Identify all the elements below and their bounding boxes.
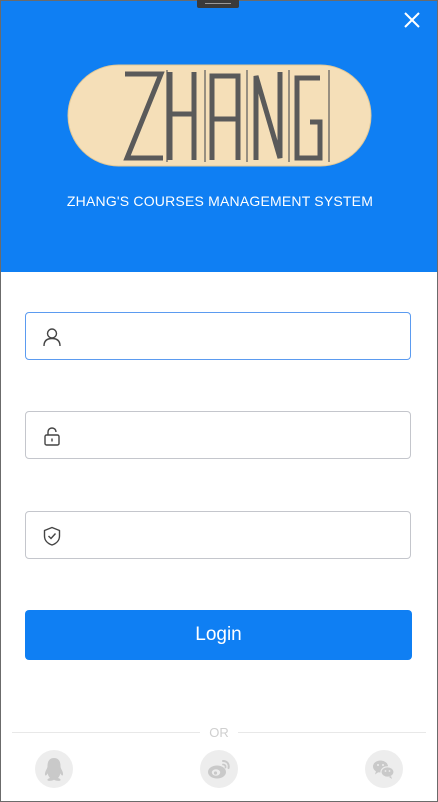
shield-check-icon — [43, 526, 61, 546]
weibo-login-button[interactable] — [200, 750, 238, 788]
wechat-icon — [373, 760, 395, 779]
user-icon — [43, 328, 61, 347]
login-button[interactable]: Login — [25, 610, 412, 660]
wechat-login-button[interactable] — [365, 750, 403, 788]
qq-login-button[interactable] — [35, 750, 73, 788]
header-banner: ZHANG'S COURSES MANAGEMENT SYSTEM — [1, 1, 437, 272]
lock-icon — [44, 427, 60, 446]
drag-handle[interactable] — [197, 0, 239, 8]
qq-icon — [44, 758, 64, 781]
app-subtitle: ZHANG'S COURSES MANAGEMENT SYSTEM — [66, 193, 374, 209]
username-input[interactable] — [78, 313, 402, 361]
username-field[interactable] — [25, 312, 411, 361]
password-input[interactable] — [78, 412, 402, 460]
password-field[interactable] — [25, 411, 411, 460]
or-label: OR — [209, 725, 229, 740]
verification-field[interactable] — [25, 511, 411, 560]
weibo-icon — [208, 760, 230, 779]
zhang-logo — [67, 64, 372, 167]
close-icon[interactable] — [400, 8, 424, 32]
verification-input[interactable] — [78, 512, 402, 560]
